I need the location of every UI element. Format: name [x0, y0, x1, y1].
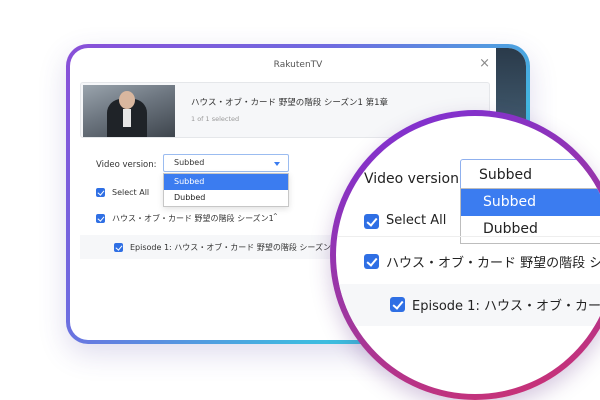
- magnified-season-title: ハウス・オブ・カード 野望の階段 シーズン: [386, 256, 600, 271]
- show-thumbnail: [83, 85, 175, 137]
- episode-checkbox[interactable]: [114, 243, 123, 252]
- selected-count: 1 of 1 selected: [191, 115, 240, 123]
- video-version-selected: Subbed: [174, 158, 205, 167]
- magnified-episode-checkbox[interactable]: [390, 297, 405, 312]
- option-dubbed[interactable]: Dubbed: [164, 190, 288, 206]
- option-subbed[interactable]: Subbed: [164, 174, 288, 190]
- close-icon[interactable]: ×: [479, 56, 490, 71]
- magnifier-ring: Video version: Subbed Subbed Dubbed Sele…: [330, 110, 600, 400]
- title-bar: RakutenTV: [70, 48, 526, 82]
- video-version-label: Video version:: [96, 160, 157, 170]
- magnified-video-version-selected: Subbed: [479, 167, 533, 183]
- magnified-episode-title: Episode 1: ハウス・オブ・カード: [412, 299, 600, 314]
- select-all-checkbox[interactable]: [96, 188, 105, 197]
- season-checkbox[interactable]: [96, 214, 105, 223]
- caret-down-icon: [274, 162, 280, 166]
- chevron-up-icon[interactable]: ⌃: [272, 212, 279, 221]
- magnified-select-all-label: Select All: [386, 213, 447, 228]
- video-version-select[interactable]: Subbed: [163, 154, 289, 172]
- video-version-dropdown: Subbed Dubbed: [163, 173, 289, 207]
- show-title: ハウス・オブ・カード 野望の階段 シーズン1 第1章: [191, 98, 388, 108]
- season-title: ハウス・オブ・カード 野望の階段 シーズン1: [112, 214, 274, 223]
- magnifier-view: Video version: Subbed Subbed Dubbed Sele…: [336, 116, 600, 394]
- magnified-option-dubbed[interactable]: Dubbed: [461, 216, 600, 243]
- magnified-select-all-checkbox[interactable]: [364, 214, 379, 229]
- magnified-divider: [336, 236, 600, 237]
- magnified-season-checkbox[interactable]: [364, 254, 379, 269]
- select-all-label: Select All: [112, 188, 150, 197]
- episode-title: Episode 1: ハウス・オブ・カード 野望の階段 シーズン1 第: [130, 243, 347, 252]
- magnified-video-version-select[interactable]: Subbed: [460, 159, 600, 191]
- window-title: RakutenTV: [273, 60, 323, 70]
- magnified-video-version-label: Video version:: [364, 171, 464, 187]
- magnified-option-subbed[interactable]: Subbed: [461, 189, 600, 216]
